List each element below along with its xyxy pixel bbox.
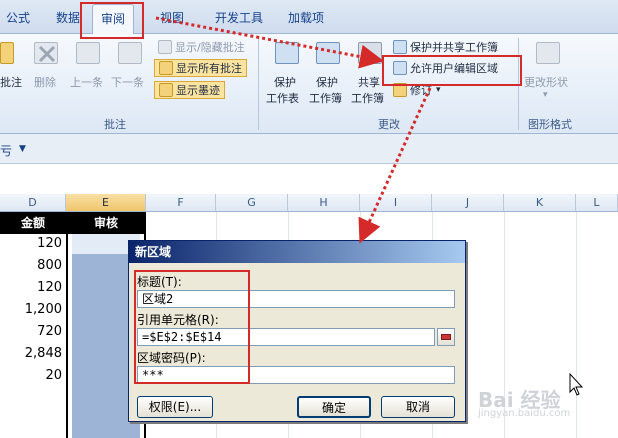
mouse-cursor-icon	[569, 372, 584, 396]
arrow-to-dialog	[358, 87, 432, 244]
watermark-sub: jingyan.baidu.com	[478, 408, 571, 419]
arrow-to-allow-edit	[155, 16, 384, 69]
annotation-arrows	[155, 16, 584, 396]
